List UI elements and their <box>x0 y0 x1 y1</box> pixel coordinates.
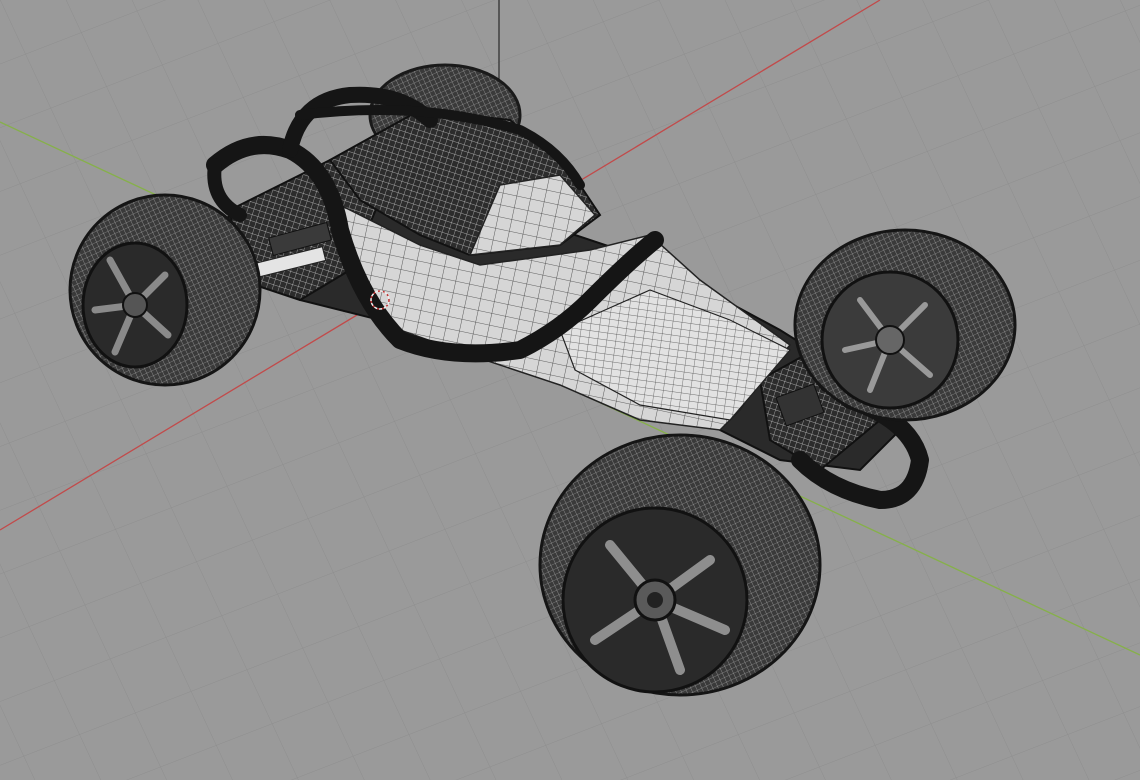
viewport-canvas[interactable] <box>0 0 1140 780</box>
front-right-wheel[interactable] <box>538 433 822 697</box>
front-left-wheel[interactable] <box>793 228 1017 422</box>
3d-viewport[interactable] <box>0 0 1140 780</box>
rear-right-wheel[interactable] <box>68 193 262 387</box>
